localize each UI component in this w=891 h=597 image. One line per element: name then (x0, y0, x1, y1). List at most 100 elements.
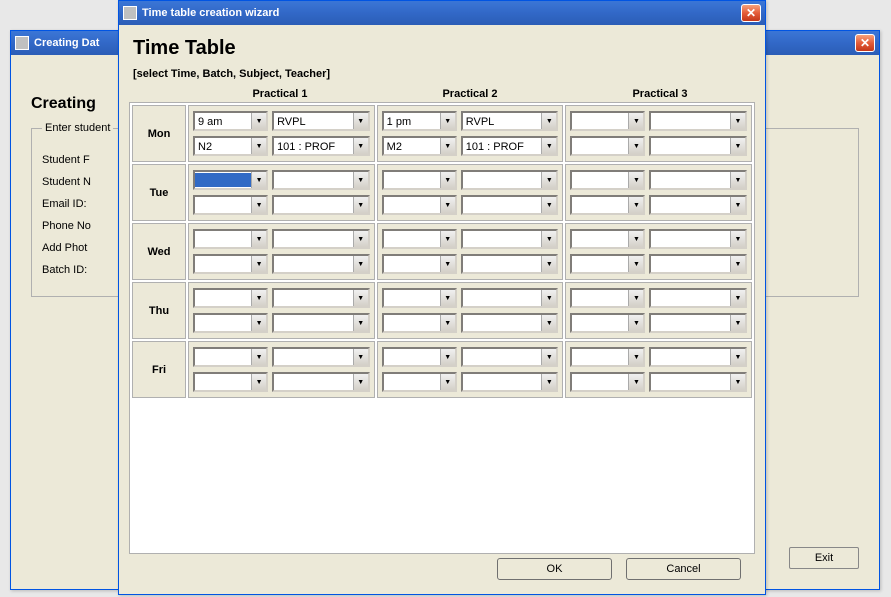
combo-value (651, 316, 730, 330)
time-select[interactable]: ▼ (382, 347, 457, 367)
time-select[interactable]: ▼ (193, 288, 268, 308)
teacher-select[interactable]: ▼ (272, 372, 370, 392)
day-row-tue: Tue▼▼▼▼▼▼▼▼▼▼▼▼ (132, 164, 752, 221)
subject-select[interactable]: ▼ (272, 170, 370, 190)
batch-select[interactable]: ▼ (570, 254, 645, 274)
subject-select[interactable]: ▼ (461, 229, 559, 249)
time-select[interactable]: ▼ (570, 111, 645, 131)
subject-select[interactable]: ▼ (461, 288, 559, 308)
combo-value (651, 139, 730, 153)
batch-select[interactable]: ▼ (382, 372, 457, 392)
subject-select[interactable]: ▼ (461, 347, 559, 367)
batch-select[interactable]: N2▼ (193, 136, 268, 156)
combo-value (651, 198, 730, 212)
batch-select[interactable]: M2▼ (382, 136, 457, 156)
combo-value (572, 375, 628, 389)
subject-select[interactable]: RVPL▼ (272, 111, 370, 131)
front-close-button[interactable]: ✕ (741, 4, 761, 22)
subject-select[interactable]: ▼ (649, 170, 747, 190)
combo-value (572, 291, 628, 305)
teacher-select[interactable]: ▼ (649, 372, 747, 392)
subject-select[interactable]: RVPL▼ (461, 111, 559, 131)
teacher-select[interactable]: ▼ (649, 195, 747, 215)
chevron-down-icon: ▼ (541, 138, 556, 154)
teacher-select[interactable]: ▼ (461, 372, 559, 392)
day-label-fri: Fri (132, 341, 186, 398)
batch-select[interactable]: ▼ (382, 313, 457, 333)
combo-value (463, 232, 542, 246)
teacher-select[interactable]: ▼ (461, 195, 559, 215)
subject-select[interactable]: ▼ (272, 229, 370, 249)
teacher-select[interactable]: ▼ (461, 254, 559, 274)
combo-value (651, 232, 730, 246)
time-select[interactable]: ▼ (570, 288, 645, 308)
batch-select[interactable]: ▼ (193, 313, 268, 333)
teacher-select[interactable]: ▼ (461, 313, 559, 333)
time-select[interactable]: ▼ (193, 347, 268, 367)
combo-value (572, 139, 628, 153)
batch-select[interactable]: ▼ (570, 313, 645, 333)
front-title-text: Time table creation wizard (142, 7, 279, 19)
chevron-down-icon: ▼ (541, 349, 556, 365)
batch-select[interactable]: ▼ (382, 254, 457, 274)
combo-value (274, 198, 353, 212)
teacher-select[interactable]: 101 : PROF▼ (272, 136, 370, 156)
time-select[interactable]: ▼ (382, 288, 457, 308)
batch-select[interactable]: ▼ (570, 372, 645, 392)
teacher-select[interactable]: ▼ (272, 254, 370, 274)
teacher-select[interactable]: ▼ (649, 136, 747, 156)
teacher-select[interactable]: 101 : PROF▼ (461, 136, 559, 156)
subject-select[interactable]: ▼ (649, 229, 747, 249)
subject-select[interactable]: ▼ (272, 288, 370, 308)
combo-value (651, 291, 730, 305)
day-row-wed: Wed▼▼▼▼▼▼▼▼▼▼▼▼ (132, 223, 752, 280)
batch-select[interactable]: ▼ (193, 195, 268, 215)
batch-select[interactable]: ▼ (193, 372, 268, 392)
chevron-down-icon: ▼ (440, 256, 455, 272)
subject-select[interactable]: ▼ (649, 111, 747, 131)
batch-select[interactable]: ▼ (382, 195, 457, 215)
combo-value (384, 257, 440, 271)
chevron-down-icon: ▼ (353, 256, 368, 272)
combo-value (384, 232, 440, 246)
teacher-select[interactable]: ▼ (272, 195, 370, 215)
chevron-down-icon: ▼ (353, 290, 368, 306)
combo-value: RVPL (463, 114, 542, 128)
time-select[interactable]: ▼ (193, 229, 268, 249)
exit-button[interactable]: Exit (789, 547, 859, 569)
cancel-button[interactable]: Cancel (626, 558, 741, 580)
chevron-down-icon: ▼ (730, 374, 745, 390)
time-select[interactable]: ▼ (570, 170, 645, 190)
subject-select[interactable]: ▼ (272, 347, 370, 367)
chevron-down-icon: ▼ (628, 315, 643, 331)
subject-select[interactable]: ▼ (649, 347, 747, 367)
batch-select[interactable]: ▼ (193, 254, 268, 274)
col-header-p3: Practical 3 (565, 88, 755, 100)
cell-fri-p1: ▼▼▼▼ (188, 341, 375, 398)
time-select[interactable]: ▼ (382, 170, 457, 190)
teacher-select[interactable]: ▼ (649, 313, 747, 333)
time-select[interactable]: ▼ (382, 229, 457, 249)
chevron-down-icon: ▼ (541, 256, 556, 272)
time-select[interactable]: ▼ (570, 229, 645, 249)
time-select[interactable]: ▼ (193, 170, 268, 190)
fieldset-legend: Enter student (42, 122, 113, 134)
chevron-down-icon: ▼ (251, 231, 266, 247)
ok-button[interactable]: OK (497, 558, 612, 580)
col-header-p1: Practical 1 (185, 88, 375, 100)
batch-select[interactable]: ▼ (570, 136, 645, 156)
time-select[interactable]: ▼ (570, 347, 645, 367)
combo-value (384, 173, 440, 187)
teacher-select[interactable]: ▼ (649, 254, 747, 274)
back-close-button[interactable]: ✕ (855, 34, 875, 52)
time-select[interactable]: 9 am▼ (193, 111, 268, 131)
combo-value (384, 198, 440, 212)
time-select[interactable]: 1 pm▼ (382, 111, 457, 131)
batch-select[interactable]: ▼ (570, 195, 645, 215)
subject-select[interactable]: ▼ (461, 170, 559, 190)
chevron-down-icon: ▼ (251, 172, 266, 188)
teacher-select[interactable]: ▼ (272, 313, 370, 333)
subject-select[interactable]: ▼ (649, 288, 747, 308)
chevron-down-icon: ▼ (730, 256, 745, 272)
app-icon (15, 36, 29, 50)
